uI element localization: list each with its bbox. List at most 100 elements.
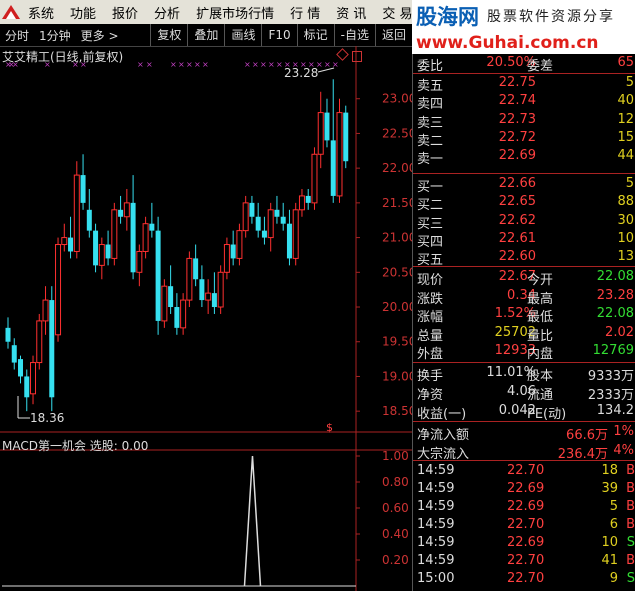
candle-body — [249, 202, 255, 217]
buy-price: 22.61 — [498, 230, 536, 246]
tick-time: 14:59 — [417, 463, 455, 478]
trade-tick-row: 14:59 22.69 5 B — [413, 499, 635, 517]
panel-divider — [413, 362, 635, 363]
candle-body — [86, 209, 92, 231]
y-tick-label: 21.00 — [382, 231, 412, 245]
overlay-button[interactable]: 叠加 — [187, 24, 224, 46]
buy-volume: 10 — [617, 230, 634, 246]
tick-side: B — [626, 517, 635, 532]
signal-marker: × — [332, 60, 339, 69]
candle-body — [330, 140, 336, 196]
menu-quote[interactable]: 报价 — [104, 3, 146, 22]
stat-label: 现价 — [417, 273, 444, 288]
candle-body — [93, 230, 99, 266]
menu-analysis[interactable]: 分析 — [146, 3, 188, 22]
ad-banner[interactable]: 股海网 股票软件资源分享 — [412, 0, 635, 32]
y-tick-label: 20.50 — [382, 265, 412, 279]
weicha-label: 委差 — [527, 59, 554, 74]
macd-y-tick-label: 0.80 — [382, 475, 409, 489]
window-toggle-icon[interactable] — [352, 51, 362, 62]
mark-button[interactable]: 标记 — [296, 24, 334, 46]
candle-body — [149, 223, 155, 231]
menu-function[interactable]: 功能 — [62, 3, 104, 22]
candle-body — [98, 244, 105, 266]
signal-marker: × — [324, 60, 331, 69]
macd-y-tick-label: 0.40 — [382, 527, 409, 541]
candle-body — [155, 230, 161, 321]
tab-more[interactable]: 更多 > — [76, 27, 124, 44]
menu-system[interactable]: 系统 — [20, 3, 62, 22]
app-logo-icon[interactable] — [2, 3, 20, 21]
signal-marker: × — [202, 60, 209, 69]
candle-body — [280, 216, 286, 224]
sell-price: 22.69 — [498, 148, 536, 164]
tick-time: 14:59 — [417, 481, 455, 496]
fundamental-row: 换手 11.01% 股本 9333万 — [413, 364, 635, 384]
candle-body — [298, 195, 305, 211]
stat-row: 外盘 12933 内盘 12769 — [413, 342, 635, 362]
tick-price: 22.70 — [507, 553, 545, 568]
candle-body — [80, 175, 86, 203]
menu-info[interactable]: 资 讯 — [328, 3, 374, 22]
buy-volume: 30 — [617, 212, 634, 228]
candle-body — [324, 112, 330, 141]
signal-marker: × — [186, 60, 193, 69]
candlestick-chart[interactable]: 23.00 22.50 22.00 21.50 21.00 20.50 20.00 19.50… — [0, 46, 412, 591]
candle-body — [18, 359, 24, 377]
candle-body — [223, 244, 230, 273]
flow-value: 66.6万 — [566, 428, 608, 443]
fundamental-label: PE(动) — [527, 407, 567, 422]
menu-market[interactable]: 行 情 — [282, 3, 328, 22]
trade-tick-row: 14:59 22.70 18 B — [413, 463, 635, 481]
signal-marker: × — [260, 60, 267, 69]
buy-row: 买二 22.65 88 — [413, 193, 635, 213]
sell-row: 卖二 22.72 15 — [413, 129, 635, 149]
candle-body — [205, 292, 212, 301]
sell-price: 22.75 — [498, 75, 536, 90]
remove-watchlist-button[interactable]: -自选 — [333, 24, 375, 46]
stat-label: 量比 — [527, 328, 554, 344]
draw-line-button[interactable]: 画线 — [224, 24, 261, 46]
signal-marker: × — [170, 60, 177, 69]
tick-side: S — [626, 535, 635, 550]
fundamental-row: 收益(一) 0.042 PE(动) 134.2 — [413, 402, 635, 422]
sell-volume: 44 — [617, 148, 634, 164]
tick-time: 15:00 — [417, 571, 455, 586]
tick-time: 14:59 — [417, 535, 455, 550]
tab-1min[interactable]: 1分钟 — [34, 27, 76, 44]
candle-body — [193, 258, 199, 280]
y-tick-label: 19.00 — [382, 369, 412, 383]
tick-side: B — [626, 499, 635, 514]
back-button[interactable]: 返回 — [374, 24, 412, 46]
quote-panel: 委比 20.50% 委差 65 卖五 22.75 5 卖四 22.74 40 卖三 22.73 12 卖二… — [412, 54, 635, 591]
stat-row: 涨跌 0.34 最高 23.28 — [413, 287, 635, 307]
candle-body — [267, 209, 274, 239]
candle-body — [199, 279, 205, 301]
sell-volume: 12 — [617, 111, 634, 127]
candle-body — [68, 237, 74, 252]
candle-body — [242, 202, 249, 232]
ad-slogan: 股票软件资源分享 — [487, 9, 615, 25]
stat-label: 涨跌 — [417, 291, 444, 307]
f10-button[interactable]: F10 — [261, 24, 296, 46]
macd-y-tick-label: 1.00 — [382, 449, 409, 463]
tab-timeshare[interactable]: 分时 — [0, 27, 34, 44]
stat-row: 现价 22.67 今开 22.08 — [413, 268, 635, 288]
menu-extended-market[interactable]: 扩展市场行情 — [188, 3, 282, 22]
candle-body — [180, 299, 187, 329]
candle-body — [136, 250, 143, 273]
trade-tick-row: 14:59 22.70 41 B — [413, 553, 635, 571]
buy-volume: 88 — [617, 194, 634, 210]
buy-label: 买一 — [417, 180, 444, 195]
signal-marker: × — [268, 60, 275, 69]
tick-side: B — [626, 481, 635, 496]
tick-volume: 9 — [609, 571, 618, 586]
restore-rights-button[interactable]: 复权 — [150, 24, 187, 46]
menu-bar: 系统 功能 报价 分析 扩展市场行情 行 情 资 讯 交 易 — [0, 0, 413, 25]
ad-url[interactable]: www.Guhai.com.cn — [412, 32, 635, 54]
tick-price: 22.69 — [507, 499, 545, 514]
chart-toolbar: 分时 1分钟 更多 > 复权 叠加 画线 F10 标记 -自选 返回 — [0, 24, 412, 47]
signal-marker: × — [252, 60, 259, 69]
weibi-row: 委比 20.50% 委差 65 — [413, 54, 635, 74]
trade-tick-row: 14:59 22.70 6 B — [413, 517, 635, 535]
